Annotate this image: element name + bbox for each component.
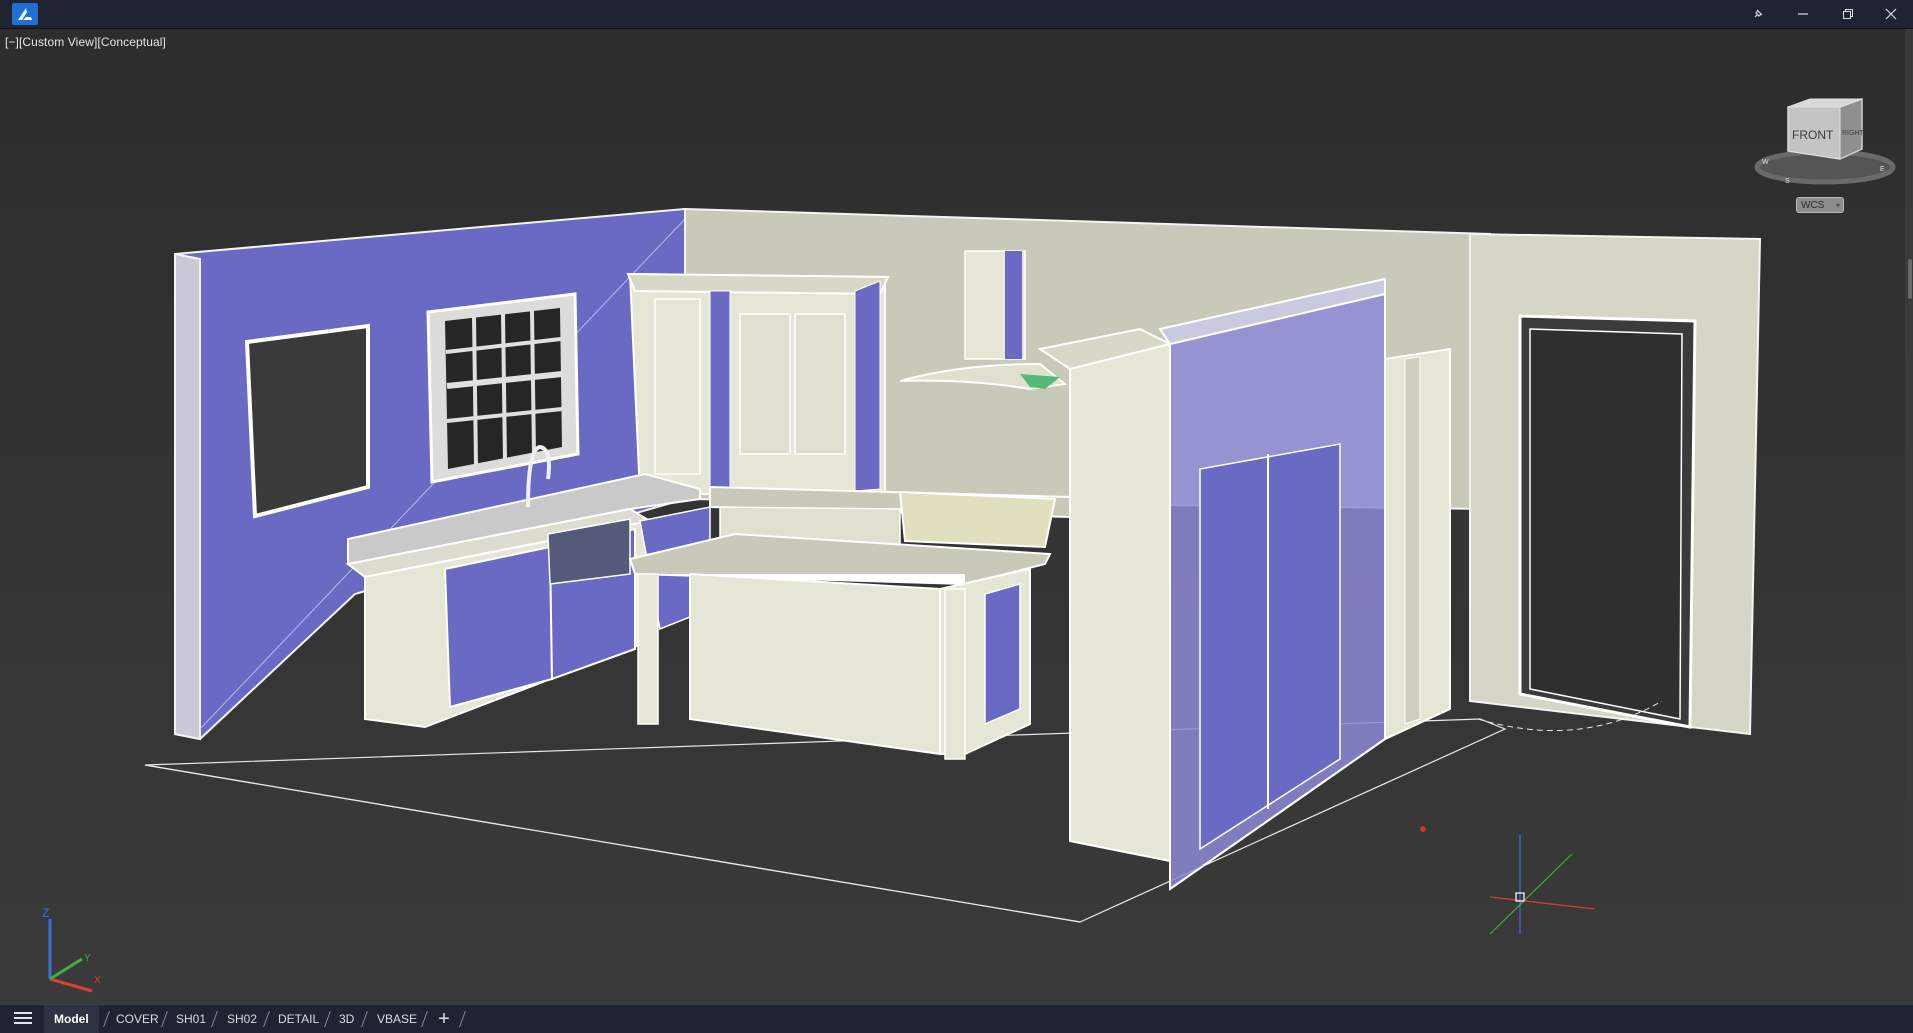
- drawing-viewport[interactable]: [−][Custom View][Conceptual] FRONT RIGHT…: [0, 29, 1913, 1004]
- minimize-button[interactable]: [1781, 0, 1825, 28]
- scrollbar-thumb[interactable]: [1908, 259, 1912, 299]
- tab-vbase[interactable]: VBASE: [367, 1005, 427, 1033]
- layout-tab-bar: Model COVER SH01 SH02 DETAIL 3D VBASE +: [0, 1004, 1913, 1033]
- compass-w-label: W: [1762, 159, 1769, 166]
- compass-s-label: S: [1785, 178, 1790, 185]
- close-icon: [1885, 8, 1897, 20]
- window-left: [244, 323, 370, 519]
- pin-icon: [1754, 9, 1763, 18]
- tab-separator: [459, 1011, 466, 1027]
- tab-3d[interactable]: 3D: [329, 1005, 364, 1033]
- ucs-y-label: Y: [84, 953, 91, 964]
- ucs-axis-icon: Z Y X: [42, 906, 101, 993]
- kitchen-3d-model[interactable]: [0, 29, 1913, 1004]
- autocad-logo-icon[interactable]: [12, 3, 38, 25]
- ucs-z-label: Z: [42, 906, 49, 920]
- chevron-down-icon: ▾: [1835, 201, 1840, 210]
- upper-cabinets: [626, 272, 890, 495]
- left-wall-end: [174, 252, 201, 741]
- restore-icon: [1843, 9, 1853, 19]
- minimize-icon: [1798, 13, 1808, 15]
- tab-detail[interactable]: DETAIL: [268, 1005, 329, 1033]
- hamburger-menu-icon[interactable]: [10, 1009, 36, 1029]
- wcs-label: WCS: [1801, 200, 1825, 211]
- crosshair-cursor: [1489, 834, 1596, 935]
- tab-model[interactable]: Model: [44, 1005, 99, 1033]
- compass-e-label: E: [1880, 166, 1885, 173]
- kitchen-island: [628, 532, 1052, 760]
- viewport-controls-label[interactable]: [−][Custom View][Conceptual]: [5, 35, 166, 49]
- restore-button[interactable]: [1826, 0, 1870, 28]
- close-button[interactable]: [1869, 0, 1913, 28]
- pin-button[interactable]: [1736, 0, 1780, 28]
- add-layout-plus-icon[interactable]: +: [431, 1005, 457, 1033]
- title-bar: [0, 0, 1913, 29]
- wcs-menu-button[interactable]: WCS ▾: [1796, 197, 1844, 213]
- viewcube[interactable]: FRONT RIGHT W S E: [1750, 79, 1900, 189]
- vertical-scrollbar[interactable]: [1905, 29, 1913, 1004]
- tab-sh02[interactable]: SH02: [217, 1005, 267, 1033]
- window-grid: [426, 292, 580, 484]
- range-stove: [898, 490, 1057, 549]
- viewcube-right-label[interactable]: RIGHT: [1842, 130, 1865, 137]
- viewcube-front-label[interactable]: FRONT: [1792, 128, 1834, 142]
- pantry-wall: [1037, 277, 1451, 891]
- ucs-x-label: X: [94, 975, 101, 986]
- tab-sh01[interactable]: SH01: [166, 1005, 216, 1033]
- tab-cover[interactable]: COVER: [106, 1005, 169, 1033]
